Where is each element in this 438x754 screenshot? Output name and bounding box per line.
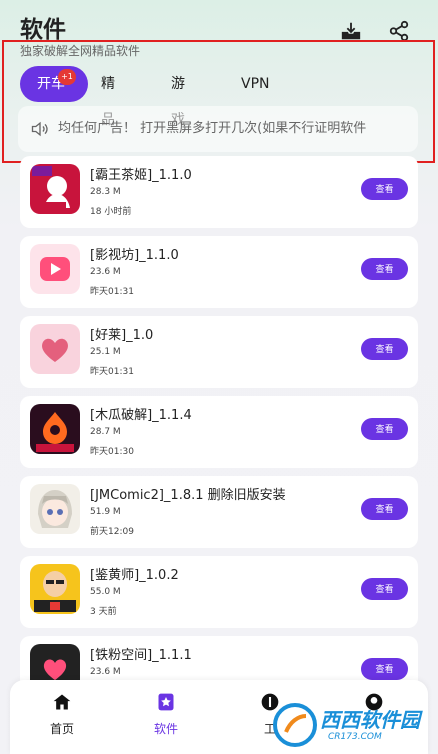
app-name: [影视坊]_1.1.0 — [90, 248, 179, 263]
app-icon-bawang — [30, 164, 80, 214]
share-icon[interactable] — [388, 20, 410, 42]
app-icon-jmcomic — [30, 484, 80, 534]
nav-label: 首页 — [49, 722, 74, 736]
app-size: 51.9 M — [90, 507, 121, 517]
app-icon-jianhuangshi — [30, 564, 80, 614]
app-size: 28.7 M — [90, 427, 121, 437]
nav-label: 软件 — [153, 722, 178, 736]
app-time: 昨天01:31 — [90, 287, 134, 297]
nav-item-software[interactable]: 软件 — [116, 680, 216, 754]
app-size: 23.6 M — [90, 667, 121, 677]
app-size: 28.3 M — [90, 187, 121, 197]
app-name: [鉴黄师]_1.0.2 — [90, 568, 179, 583]
app-size: 23.6 M — [90, 267, 121, 277]
app-name: [铁粉空间]_1.1.1 — [90, 648, 192, 663]
watermark-url: CR173.COM — [328, 732, 382, 742]
home-icon — [53, 694, 71, 710]
list-item[interactable]: [鉴黄师]_1.0.2 55.0 M 3 天前 查看 — [20, 556, 418, 628]
list-item[interactable]: [影视坊]_1.1.0 23.6 M 昨天01:31 查看 — [20, 236, 418, 308]
annotation-box — [2, 40, 435, 163]
view-button[interactable]: 查看 — [361, 578, 408, 600]
app-name: [JMComic2]_1.8.1 删除旧版安装 — [90, 488, 286, 503]
view-button[interactable]: 查看 — [361, 178, 408, 200]
app-icon-yingshifang — [30, 244, 80, 294]
page-title: 软件 — [20, 17, 66, 43]
app-name: [好莱]_1.0 — [90, 328, 154, 343]
app-name: [霸王茶姬]_1.1.0 — [90, 168, 192, 183]
watermark: 西西软件园 CR173.COM — [272, 698, 438, 754]
view-button[interactable]: 查看 — [361, 338, 408, 360]
watermark-logo-icon — [273, 703, 317, 747]
view-button[interactable]: 查看 — [361, 258, 408, 280]
app-icon-mugua — [30, 404, 80, 454]
app-time: 昨天01:30 — [90, 447, 134, 457]
app-time: 18 小时前 — [90, 207, 132, 217]
list-item[interactable]: [好莱]_1.0 25.1 M 昨天01:31 查看 — [20, 316, 418, 388]
nav-item-home[interactable]: 首页 — [12, 680, 112, 754]
app-time: 前天12:09 — [90, 527, 134, 537]
download-tray-icon[interactable] — [340, 20, 362, 42]
view-button[interactable]: 查看 — [361, 418, 408, 440]
view-button[interactable]: 查看 — [361, 658, 408, 680]
app-time: 昨天01:31 — [90, 367, 134, 377]
list-item[interactable]: [木瓜破解]_1.1.4 28.7 M 昨天01:30 查看 — [20, 396, 418, 468]
app-name: [木瓜破解]_1.1.4 — [90, 408, 192, 423]
app-time: 3 天前 — [90, 607, 117, 617]
app-icon-haolai — [30, 324, 80, 374]
list-item[interactable]: [JMComic2]_1.8.1 删除旧版安装 51.9 M 前天12:09 查… — [20, 476, 418, 548]
app-size: 25.1 M — [90, 347, 121, 357]
view-button[interactable]: 查看 — [361, 498, 408, 520]
watermark-text: 西西软件园 — [320, 708, 420, 732]
star-bookmark-icon — [158, 693, 174, 711]
app-size: 55.0 M — [90, 587, 121, 597]
list-item[interactable]: [霸王茶姬]_1.1.0 28.3 M 18 小时前 查看 — [20, 156, 418, 228]
